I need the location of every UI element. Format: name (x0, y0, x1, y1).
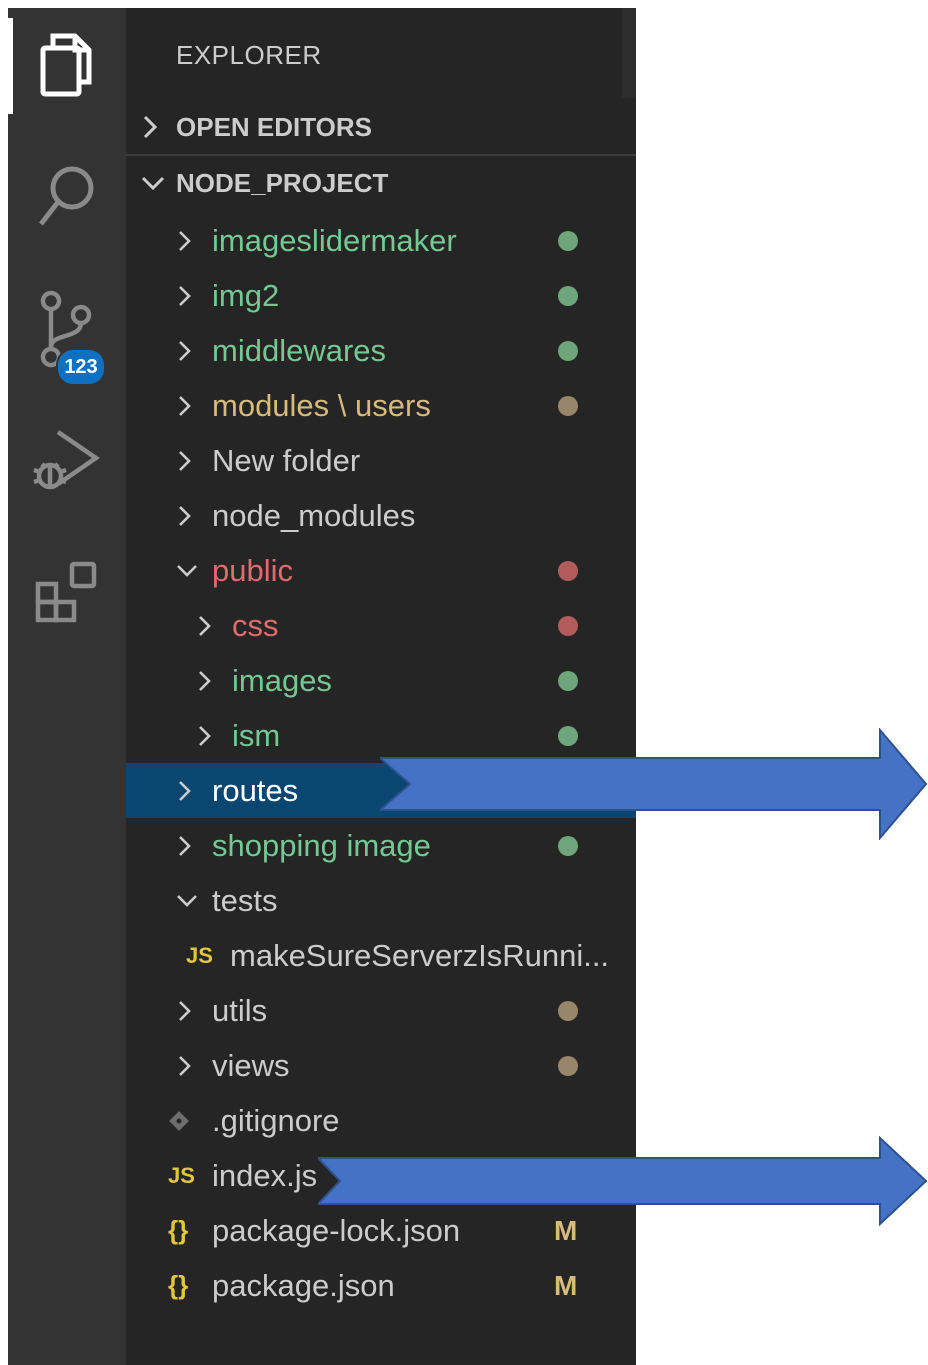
chevron-right-icon (176, 229, 212, 253)
tree-folder-row[interactable]: views (126, 1038, 636, 1093)
annotation-arrow-index-js (318, 1136, 928, 1226)
chevron-down-icon (176, 562, 212, 580)
git-status-dot (558, 230, 578, 251)
project-label: NODE_PROJECT (176, 167, 389, 198)
source-control-badge: 123 (56, 348, 106, 386)
tree-item-label: routes (212, 772, 299, 808)
extensions-icon (34, 560, 100, 626)
tree-item-label: ism (232, 717, 281, 753)
git-status-dot (558, 1000, 578, 1021)
chevron-right-icon (176, 284, 212, 308)
tree-folder-row[interactable]: public (126, 543, 636, 598)
open-editors-label: OPEN EDITORS (176, 111, 373, 142)
files-icon (39, 32, 95, 98)
run-debug-activity-button[interactable] (8, 406, 126, 516)
tree-item-label: makeSureServerzIsRunni... (230, 937, 610, 973)
tree-folder-row[interactable]: imageslidermaker (126, 213, 636, 268)
search-icon (36, 164, 98, 230)
tree-item-label: package.json (212, 1267, 395, 1303)
sidebar-scrollbar[interactable] (622, 8, 636, 98)
tree-item-label: imageslidermaker (212, 222, 457, 258)
chevron-right-icon (176, 1054, 212, 1078)
activity-bar: 123 (8, 8, 126, 1365)
git-status-dot (558, 615, 578, 636)
javascript-file-icon: JS (186, 942, 213, 968)
project-section[interactable]: NODE_PROJECT (126, 156, 636, 210)
chevron-down-icon (176, 892, 212, 910)
tree-folder-row[interactable]: images (126, 653, 636, 708)
git-status-dot (558, 395, 578, 416)
run-debug-icon (32, 426, 102, 496)
tree-folder-row[interactable]: img2 (126, 268, 636, 323)
tree-item-label: images (232, 662, 332, 698)
tree-item-label: New folder (212, 442, 361, 478)
tree-item-label: index.js (212, 1157, 318, 1193)
chevron-right-icon (140, 114, 176, 140)
tree-item-label: middlewares (212, 332, 387, 368)
tree-folder-row[interactable]: node_modules (126, 488, 636, 543)
chevron-right-icon (176, 394, 212, 418)
git-status-dot (558, 560, 578, 581)
git-status-dot (558, 340, 578, 361)
explorer-title: EXPLORER (176, 40, 322, 70)
tree-folder-row[interactable]: css (126, 598, 636, 653)
chevron-right-icon (196, 669, 232, 693)
json-file-icon: {} (168, 1215, 189, 1245)
chevron-right-icon (196, 724, 232, 748)
chevron-right-icon (176, 999, 212, 1023)
explorer-activity-button[interactable] (8, 10, 126, 120)
tree-item-label: node_modules (212, 497, 416, 533)
tree-item-label: utils (212, 992, 268, 1028)
tree-file-row[interactable]: JS makeSureServerzIsRunni... (126, 928, 636, 983)
chevron-right-icon (176, 339, 212, 363)
javascript-file-icon: JS (168, 1162, 195, 1188)
tree-item-label: views (212, 1047, 290, 1083)
git-status-dot (558, 1055, 578, 1076)
tree-folder-row[interactable]: middlewares (126, 323, 636, 378)
source-control-activity-button[interactable]: 123 (8, 274, 126, 386)
tree-folder-row[interactable]: modules \ users (126, 378, 636, 433)
tree-item-label: modules \ users (212, 387, 431, 423)
git-status-dot (558, 670, 578, 691)
tree-item-label: css (232, 607, 279, 643)
tree-folder-row[interactable]: utils (126, 983, 636, 1038)
tree-item-label: img2 (212, 277, 280, 313)
chevron-right-icon (176, 449, 212, 473)
tree-item-label: .gitignore (212, 1102, 340, 1138)
search-activity-button[interactable] (8, 142, 126, 252)
chevron-right-icon (176, 779, 212, 803)
open-editors-section[interactable]: OPEN EDITORS (126, 100, 636, 156)
git-file-icon (168, 1110, 212, 1132)
git-status-dot (558, 285, 578, 306)
tree-file-row[interactable]: {} package.json M (126, 1258, 636, 1313)
chevron-right-icon (176, 834, 212, 858)
chevron-right-icon (196, 614, 232, 638)
tree-folder-row[interactable]: New folder (126, 433, 636, 488)
json-file-icon: {} (168, 1270, 189, 1300)
modified-badge: M (554, 1269, 578, 1301)
extensions-activity-button[interactable] (8, 538, 126, 648)
chevron-right-icon (176, 504, 212, 528)
tree-item-label: public (212, 552, 293, 588)
tree-folder-row[interactable]: tests (126, 873, 636, 928)
chevron-down-icon (140, 173, 176, 193)
tree-item-label: tests (212, 882, 278, 918)
annotation-arrow-routes (380, 728, 928, 840)
